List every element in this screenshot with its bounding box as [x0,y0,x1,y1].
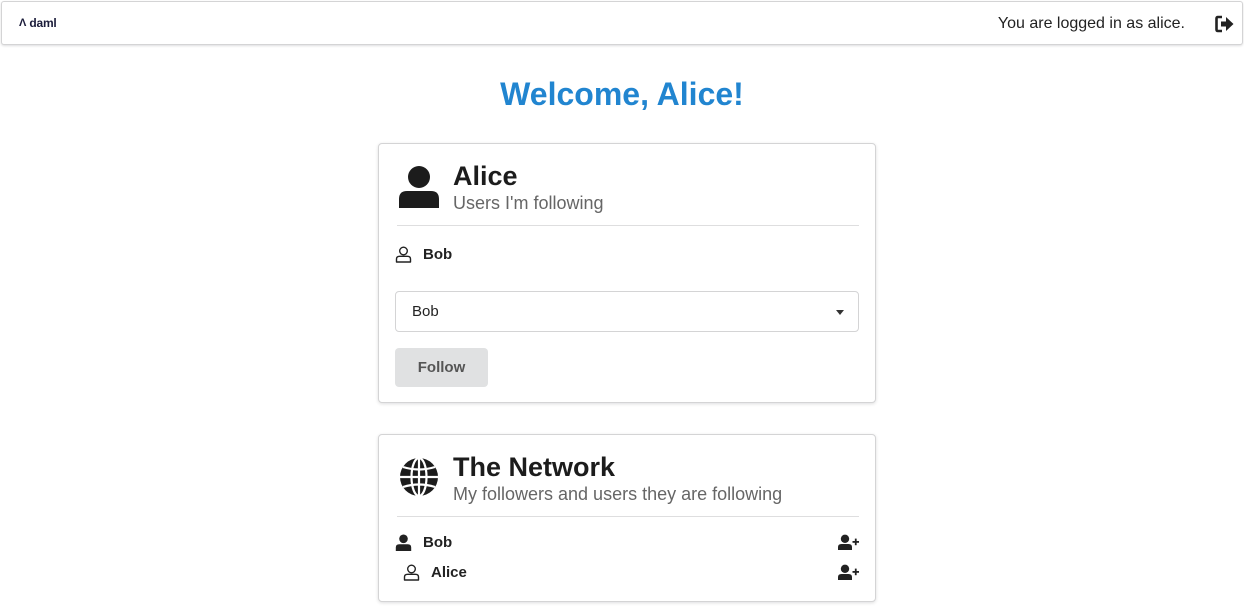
user-icon [395,534,412,551]
daml-logo-mark: Λ [19,17,27,29]
card-subtitle: Users I'm following [453,193,604,213]
following-card-header: Alice Users I'm following [397,160,859,226]
user-outline-icon [403,564,420,581]
following-card: Alice Users I'm following Bob Bob Follow [378,143,876,403]
user-outline-icon [395,246,412,263]
card-title: Alice [453,161,518,191]
network-user-name: Bob [423,534,453,551]
top-menu-bar: Λ daml You are logged in as alice. [1,1,1243,45]
caret-down-icon [836,310,844,315]
follow-button[interactable]: Follow [395,348,488,387]
user-icon [397,164,441,208]
daml-logo[interactable]: Λ daml [19,17,57,29]
card-subtitle: My followers and users they are followin… [453,484,783,504]
user-plus-icon[interactable] [838,534,859,551]
network-user-name: Alice [431,564,467,581]
following-user-name: Bob [423,246,453,263]
network-card-header: The Network My followers and users they … [397,451,859,517]
network-list-item: Bob [395,532,859,554]
following-list-item[interactable]: Bob [395,244,859,266]
welcome-heading: Welcome, Alice! [500,76,744,112]
dropdown-selected-value: Bob [412,303,439,320]
user-select-dropdown[interactable]: Bob [395,291,859,332]
network-list-item: Alice [395,562,859,584]
sign-out-icon[interactable] [1215,15,1235,33]
network-card: The Network My followers and users they … [378,434,876,602]
login-status: You are logged in as alice. [997,15,1185,32]
card-title: The Network [453,452,616,482]
globe-icon [397,455,441,499]
daml-logo-text: daml [29,16,57,30]
user-plus-icon[interactable] [838,564,859,581]
